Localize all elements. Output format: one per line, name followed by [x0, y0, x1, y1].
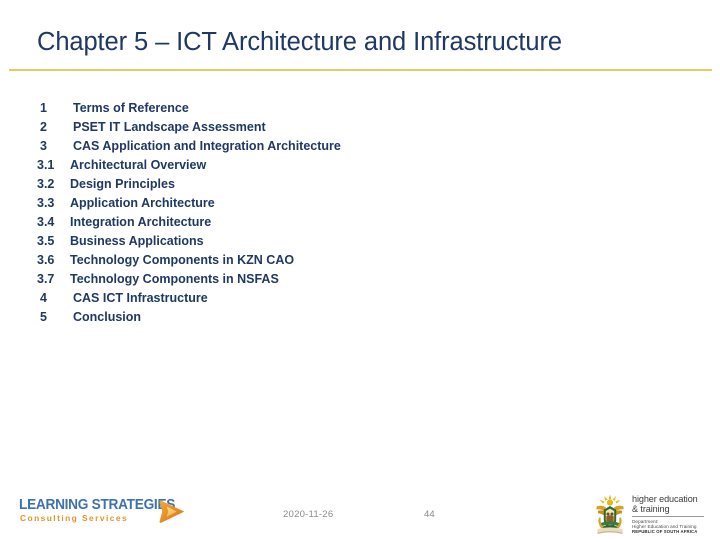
gov-dept-line-3: REPUBLIC OF SOUTH AFRICA [632, 529, 698, 535]
gov-title-line-2: & training [632, 503, 670, 514]
agenda-item-number: 3.1 [37, 158, 55, 172]
footer-page-number: 44 [424, 509, 435, 520]
agenda-item-label: Architectural Overview [70, 158, 207, 172]
agenda-item-number: 3.6 [37, 253, 55, 267]
agenda-item-number: 2 [40, 120, 47, 134]
gov-logo-divider [632, 516, 704, 518]
brand-logo-name: LEARNING STRATEGIES [19, 497, 176, 513]
agenda-item[interactable]: 4 CAS ICT Infrastructure [37, 289, 457, 308]
agenda-item[interactable]: 3.3 Application Architecture [37, 194, 457, 213]
south-africa-coat-of-arms-icon [591, 493, 629, 537]
government-logo-text: higher education & training Department: … [632, 494, 708, 535]
brand-logo: LEARNING STRATEGIES Consulting Services [19, 498, 194, 532]
agenda-item[interactable]: 5 Conclusion [37, 308, 457, 327]
agenda-item-label: Technology Components in NSFAS [70, 272, 279, 286]
agenda-item[interactable]: 3.1 Architectural Overview [37, 156, 457, 175]
agenda-item-number: 3.4 [37, 215, 55, 229]
agenda-list: 1 Terms of Reference 2 PSET IT Landscape As… [37, 99, 457, 327]
agenda-item[interactable]: 3.6 Technology Components in KZN CAO [37, 251, 457, 270]
agenda-item-number: 3 [40, 139, 47, 153]
slide-footer: LEARNING STRATEGIES Consulting Services [0, 488, 720, 540]
agenda-item[interactable]: 3.2 Design Principles [37, 175, 457, 194]
agenda-item-label: Business Applications [70, 234, 204, 248]
agenda-item[interactable]: 3.4 Integration Architecture [37, 213, 457, 232]
agenda-item-number: 4 [40, 291, 47, 305]
page-title: Chapter 5 – ICT Architecture and Infrast… [37, 28, 562, 56]
agenda-item-number: 3.3 [37, 196, 55, 210]
agenda-item[interactable]: 3.5 Business Applications [37, 232, 457, 251]
agenda-item-number: 3.5 [37, 234, 55, 248]
agenda-item-label: Application Architecture [70, 196, 215, 210]
agenda-item[interactable]: 2 PSET IT Landscape Assessment [37, 118, 457, 137]
agenda-item-number: 3.7 [37, 272, 55, 286]
agenda-item[interactable]: 3 CAS Application and Integration Archite… [37, 137, 457, 156]
agenda-item-label: Integration Architecture [70, 215, 212, 229]
agenda-item-number: 1 [40, 101, 47, 115]
government-logo: higher education & training Department: … [591, 490, 709, 538]
agenda-item-number: 5 [40, 310, 47, 324]
agenda-item-label: PSET IT Landscape Assessment [73, 120, 266, 134]
footer-date: 2020-11-26 [283, 509, 334, 520]
agenda-item-label: CAS ICT Infrastructure [73, 291, 208, 305]
agenda-item-label: Design Principles [70, 177, 175, 191]
agenda-item-label: Conclusion [73, 310, 142, 324]
title-divider-rule [9, 69, 712, 71]
agenda-item-label: Technology Components in KZN CAO [70, 253, 295, 267]
agenda-item-label: CAS Application and Integration Architec… [73, 139, 341, 153]
agenda-item-number: 3.2 [37, 177, 55, 191]
agenda-item[interactable]: 3.7 Technology Components in NSFAS [37, 270, 457, 289]
agenda-item-label: Terms of Reference [73, 101, 189, 115]
agenda-item[interactable]: 1 Terms of Reference [37, 99, 457, 118]
brand-logo-tagline: Consulting Services [20, 513, 129, 523]
play-triangle-icon [158, 498, 188, 526]
